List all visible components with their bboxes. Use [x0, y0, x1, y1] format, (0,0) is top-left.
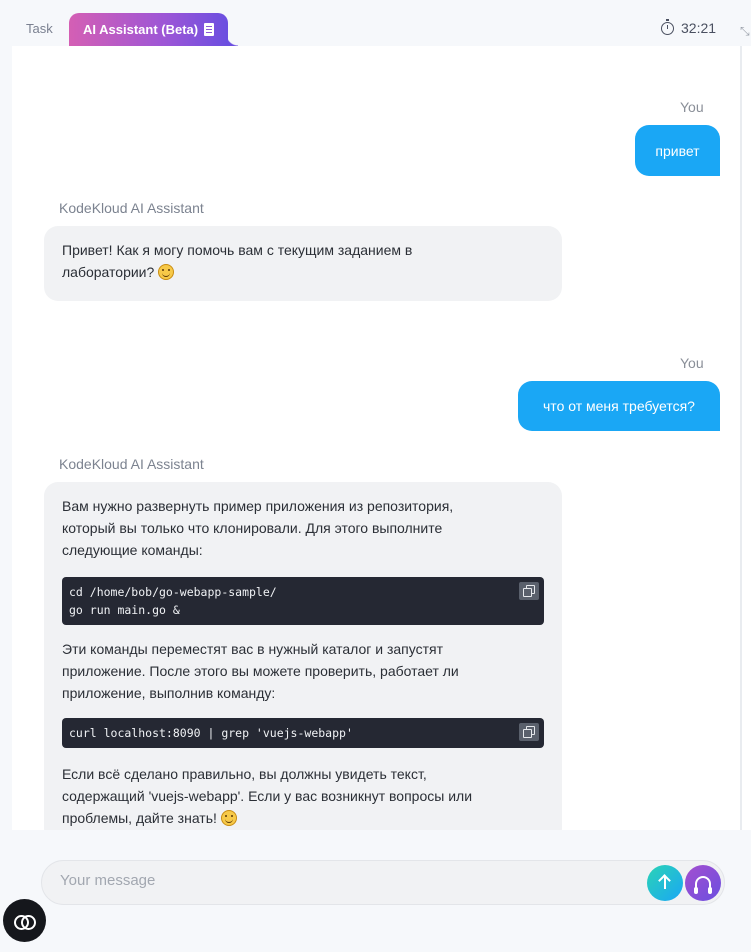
user-message-bubble: привет	[635, 125, 720, 176]
scrollbar[interactable]	[740, 46, 742, 830]
assistant-message-bubble: Привет! Как я могу помочь вам с текущим …	[44, 226, 562, 301]
tab-ai-assistant-label: AI Assistant (Beta)	[83, 22, 199, 37]
user-message-bubble: что от меня требуется?	[518, 381, 720, 431]
voice-button[interactable]	[685, 865, 721, 901]
smiley-emoji	[158, 264, 175, 280]
code-line: go run main.go &	[69, 603, 180, 617]
code-line: cd /home/bob/go-webapp-sample/	[69, 585, 277, 599]
arrow-up-icon	[664, 877, 666, 889]
assistant-paragraph: Вам нужно развернуть пример приложения и…	[62, 498, 454, 558]
user-message-text: что от меня требуется?	[543, 398, 695, 414]
assistant-message-text: Привет! Как я могу помочь вам с текущим …	[62, 242, 413, 280]
message-sender-label: KodeKloud AI Assistant	[59, 456, 204, 472]
copy-icon[interactable]	[519, 582, 539, 600]
message-composer	[41, 860, 725, 905]
smiley-emoji	[220, 810, 237, 826]
message-sender-label: KodeKloud AI Assistant	[59, 200, 204, 216]
headset-icon	[694, 876, 712, 894]
message-sender-label: You	[680, 99, 704, 115]
message-input[interactable]	[60, 872, 620, 889]
document-icon	[204, 23, 215, 36]
expand-icon[interactable]: ⤡	[740, 24, 750, 39]
tab-task[interactable]: Task	[26, 21, 53, 36]
code-block: cd /home/bob/go-webapp-sample/ go run ma…	[62, 577, 544, 625]
stopwatch-icon	[661, 18, 674, 35]
code-block: curl localhost:8090 | grep 'vuejs-webapp…	[62, 718, 544, 748]
copy-icon[interactable]	[519, 723, 539, 741]
timer-value: 32:21	[681, 20, 717, 36]
assistant-message-bubble: Вам нужно развернуть пример приложения и…	[44, 482, 562, 830]
user-message-text: привет	[655, 142, 700, 159]
assistant-paragraph: Если всё сделано правильно, вы должны ув…	[62, 766, 473, 826]
tab-ai-assistant[interactable]: AI Assistant (Beta)	[69, 13, 239, 46]
top-tab-bar: Task AI Assistant (Beta) 32:21 ⤡	[0, 0, 751, 46]
send-button[interactable]	[647, 865, 683, 901]
session-timer: 32:21	[661, 18, 717, 36]
assistant-paragraph: Эти команды переместят вас в нужный ката…	[62, 641, 459, 701]
code-line: curl localhost:8090 | grep 'vuejs-webapp…	[69, 726, 353, 740]
link-icon	[13, 914, 36, 930]
chat-panel: You привет KodeKloud AI Assistant Привет…	[12, 46, 751, 830]
message-sender-label: You	[680, 355, 704, 371]
floating-link-button[interactable]	[3, 899, 46, 942]
